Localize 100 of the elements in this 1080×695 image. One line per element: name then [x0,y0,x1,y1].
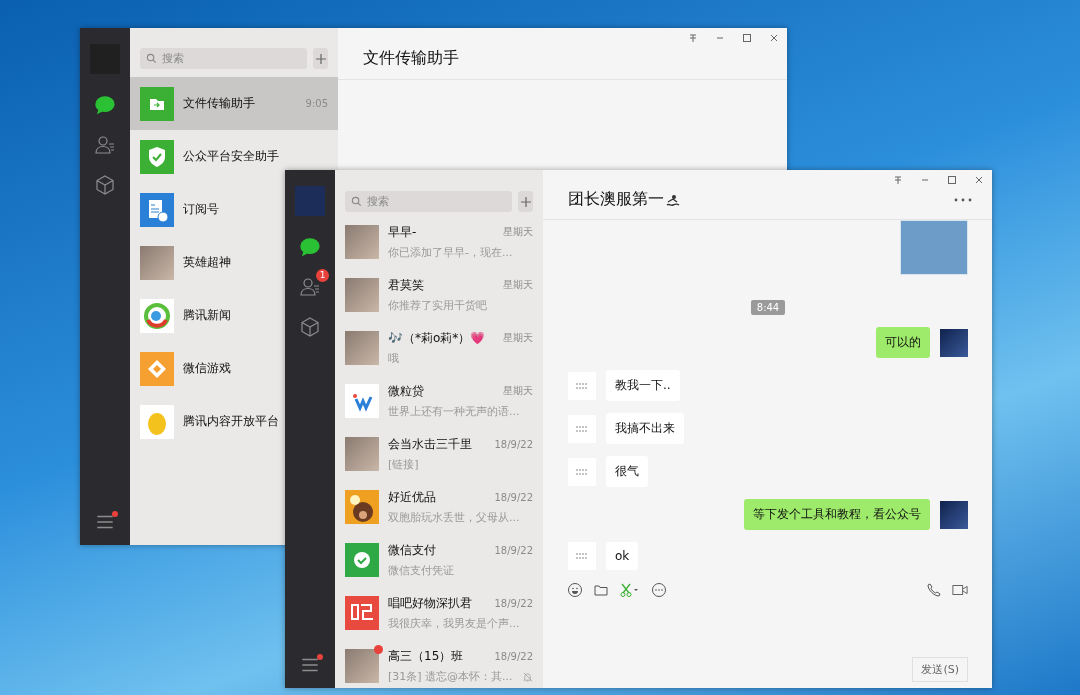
contact-name: 好近优品 [388,488,436,506]
conversation-item[interactable]: 🎶（*莉o莉*）💗 星期天 哦 [335,321,543,374]
contacts-icon [94,134,116,156]
message-preview: 你已添加了早早-，现在... [388,244,513,260]
pay-avatar-icon [345,542,379,577]
chat-title: 团长澳服第一 [568,189,664,210]
pin-icon[interactable] [688,33,698,43]
penguin-avatar-icon [140,404,174,439]
phone-icon[interactable] [926,582,942,598]
conversation-item[interactable]: 订阅号 [130,183,285,236]
contact-name: 微信支付 [388,541,436,559]
scissors-icon[interactable] [619,582,641,598]
bear-avatar-icon [345,489,379,524]
plus-icon [314,52,327,65]
search-field[interactable]: 搜索 [140,48,307,69]
message-preview: [31条] 遗忘@本怀：其... [388,668,513,684]
message-time: 星期天 [503,384,533,398]
game-avatar-icon [140,351,174,386]
message-bubble: 可以的 [876,327,930,358]
chat-bubble-icon [94,94,116,116]
conversation-item[interactable]: 会当水击三千里 18/9/22 [链接] [335,427,543,480]
message-time: 星期天 [503,278,533,292]
conversation-item[interactable]: 君莫笑 星期天 你推荐了实用干货吧 [335,268,543,321]
avatar-photo [940,500,968,529]
message-preview: 你推荐了实用干货吧 [388,297,487,313]
folder-icon[interactable] [593,582,609,598]
file-avatar-icon [140,86,174,121]
avatar-photo [345,436,379,471]
cube-icon [299,316,321,338]
message-preview: 双胞胎玩水丢世，父母从... [388,509,520,525]
avatar-photo [345,330,379,365]
message-bubble: 很气 [606,456,648,487]
contact-name: 君莫笑 [388,276,424,294]
unread-badge: 1 [316,269,329,282]
contact-name: 微信游戏 [183,360,231,377]
contact-name: 高三（15）班 [388,647,464,665]
time-stamp: 8:44 [750,300,786,315]
doc-avatar-icon [140,192,174,227]
contact-name: 早早- [388,223,417,241]
plus-icon [519,195,532,208]
cube-icon [94,174,116,196]
message-bubble: 教我一下.. [606,370,680,401]
logo-avatar-icon [568,457,596,486]
contact-name: 唱吧好物深扒君 [388,594,472,612]
message-preview: 我很庆幸，我男友是个声... [388,615,520,631]
conversation-item[interactable]: 腾讯新闻 [130,289,285,342]
message-time: 18/9/22 [494,438,533,450]
contact-name: 文件传输助手 [183,95,255,112]
conversation-item[interactable]: 英雄超神 [130,236,285,289]
logo-avatar-icon [568,542,596,570]
close-icon[interactable] [769,33,779,43]
message-time: 星期天 [503,331,533,345]
maximize-icon[interactable] [947,175,957,185]
shield-avatar-icon [140,139,174,174]
conversation-item[interactable]: 高三（15）班 18/9/22 [31条] 遗忘@本怀：其... [335,639,543,688]
logo-avatar-icon [568,414,596,443]
avatar-photo [345,224,379,259]
conversation-item[interactable]: 公众平台安全助手 [130,130,285,183]
avatar-photo [940,328,968,357]
message-time: 18/9/22 [494,650,533,662]
emoji-icon[interactable] [567,582,583,598]
avatar-photo [345,648,379,683]
message-bubble: 我搞不出来 [606,413,684,444]
contact-name: 公众平台安全助手 [183,148,279,165]
chat-history-icon[interactable] [651,582,667,598]
contact-name: 微粒贷 [388,382,424,400]
pin-icon[interactable] [893,175,903,185]
sing-avatar-icon [345,595,379,630]
news-avatar-icon [140,298,174,333]
conversation-item[interactable]: 微信支付 18/9/22 微信支付凭证 [335,533,543,586]
message-time: 18/9/22 [494,544,533,556]
conversation-item[interactable]: 唱吧好物深扒君 18/9/22 我很庆幸，我男友是个声... [335,586,543,639]
contact-name: 英雄超神 [183,254,231,271]
maximize-icon[interactable] [742,33,752,43]
contacts-icon [299,276,321,298]
video-call-icon[interactable] [952,582,968,598]
search-field[interactable]: 搜索 [345,191,512,212]
close-icon[interactable] [974,175,984,185]
conversation-item[interactable]: 早早- 星期天 你已添加了早早-，现在... [335,215,543,268]
swimmer-icon [666,193,682,206]
send-button[interactable]: 发送(S) [912,657,968,682]
conversation-item[interactable]: 微信游戏 [130,342,285,395]
chat-bubble-icon [299,236,321,258]
contact-name: 会当水击三千里 [388,435,472,453]
search-icon [146,53,157,64]
more-icon[interactable] [954,197,972,202]
contact-name: 腾讯新闻 [183,307,231,324]
message-time: 18/9/22 [494,491,533,503]
conversation-item[interactable]: 腾讯内容开放平台 [130,395,285,448]
logo-avatar-icon [568,371,596,400]
contact-name: 🎶（*莉o莉*）💗 [388,329,486,347]
conversation-item[interactable]: 文件传输助手 9:05 [130,77,338,130]
message-bubble: 等下发个工具和教程，看公众号 [744,499,930,530]
w-avatar-icon [345,383,379,418]
contact-name: 订阅号 [183,201,219,218]
message-bubble: ok [606,542,639,570]
contact-name: 腾讯内容开放平台 [183,413,279,430]
message-time: 星期天 [503,225,533,239]
message-preview: 微信支付凭证 [388,562,454,578]
conversation-item[interactable]: 好近优品 18/9/22 双胞胎玩水丢世，父母从... [335,480,543,533]
